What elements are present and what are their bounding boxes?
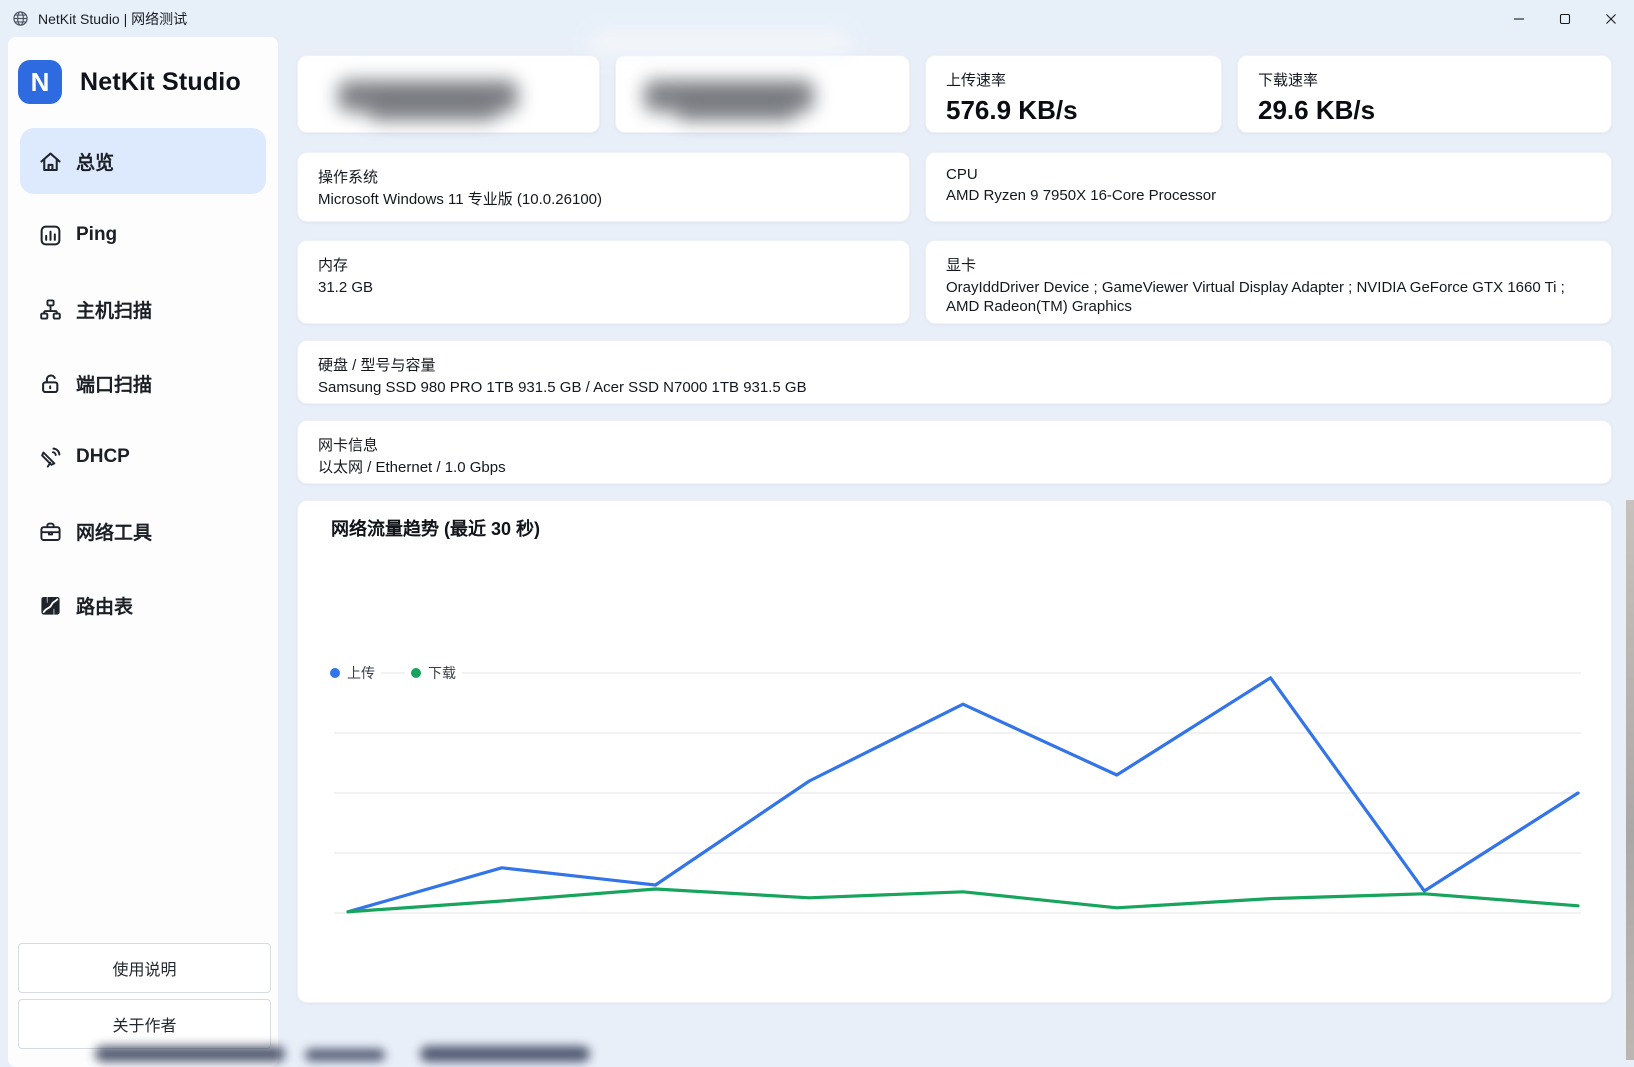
close-button[interactable]: [1588, 0, 1634, 37]
minimize-icon: [1513, 13, 1525, 25]
redacted-stat-card-1: [297, 55, 600, 133]
download-legend-label: 下载: [428, 663, 456, 683]
sidebar-item-route-table[interactable]: 路由表: [20, 572, 266, 638]
gpu-label: 显卡: [946, 254, 1591, 275]
sidebar: N NetKit Studio 总览 Ping: [8, 37, 278, 1067]
screen-edge-artifact: [1626, 500, 1634, 1060]
upload-speed-value: 576.9 KB/s: [946, 95, 1201, 126]
upload-legend-label: 上传: [347, 663, 375, 683]
blurred-watermark: [95, 1046, 285, 1062]
sidebar-item-label: 路由表: [76, 592, 133, 619]
sidebar-item-label: 端口扫描: [76, 370, 152, 397]
legend-item-download[interactable]: 下载: [405, 663, 462, 683]
blurred-background-smear: [590, 30, 850, 54]
sidebar-item-port-scan[interactable]: 端口扫描: [20, 350, 266, 416]
blurred-watermark: [420, 1046, 590, 1062]
maximize-button[interactable]: [1542, 0, 1588, 37]
nic-info-card: 网卡信息 以太网 / Ethernet / 1.0 Gbps: [297, 420, 1612, 484]
redacted-stat-card-2: [615, 55, 910, 133]
cpu-label: CPU: [946, 166, 1591, 183]
download-speed-card: 下载速率 29.6 KB/s: [1237, 55, 1612, 133]
os-info-card: 操作系统 Microsoft Windows 11 专业版 (10.0.2610…: [297, 152, 910, 222]
usage-help-button[interactable]: 使用说明: [18, 943, 271, 993]
download-speed-label: 下载速率: [1258, 69, 1591, 90]
disk-value: Samsung SSD 980 PRO 1TB 931.5 GB / Acer …: [318, 378, 1591, 397]
ram-info-card: 内存 31.2 GB: [297, 240, 910, 324]
upload-speed-card: 上传速率 576.9 KB/s: [925, 55, 1222, 133]
upload-legend-dot: [330, 668, 340, 678]
os-label: 操作系统: [318, 166, 889, 187]
sidebar-item-overview[interactable]: 总览: [20, 128, 266, 194]
legend-item-upload[interactable]: 上传: [324, 663, 381, 683]
sidebar-item-label: 总览: [76, 148, 114, 175]
sidebar-item-dhcp[interactable]: DHCP: [20, 424, 266, 490]
traffic-chart-card: 网络流量趋势 (最近 30 秒) 上传 下载: [297, 500, 1612, 1003]
app-window: NetKit Studio | 网络测试 N NetKit Studio: [0, 0, 1634, 1067]
sidebar-item-label: DHCP: [76, 446, 130, 468]
sidebar-item-network-tools[interactable]: 网络工具: [20, 498, 266, 564]
sidebar-item-label: Ping: [76, 224, 117, 246]
sidebar-item-label: 网络工具: [76, 518, 152, 545]
about-author-button[interactable]: 关于作者: [18, 999, 271, 1049]
route-map-icon: [38, 593, 63, 618]
blurred-text-redaction: [676, 100, 796, 122]
os-value: Microsoft Windows 11 专业版 (10.0.26100): [318, 190, 889, 209]
minimize-button[interactable]: [1496, 0, 1542, 37]
bar-chart-icon: [38, 223, 63, 248]
satellite-dish-icon: [38, 445, 63, 470]
ram-label: 内存: [318, 254, 889, 275]
disk-info-card: 硬盘 / 型号与容量 Samsung SSD 980 PRO 1TB 931.5…: [297, 340, 1612, 404]
nic-value: 以太网 / Ethernet / 1.0 Gbps: [318, 458, 1591, 477]
sidebar-item-label: 主机扫描: [76, 296, 152, 323]
home-icon: [38, 149, 63, 174]
blurred-watermark: [305, 1049, 385, 1061]
maximize-icon: [1559, 13, 1571, 25]
nic-label: 网卡信息: [318, 434, 1591, 455]
network-nodes-icon: [38, 297, 63, 322]
download-legend-dot: [411, 668, 421, 678]
download-speed-value: 29.6 KB/s: [1258, 95, 1591, 126]
briefcase-icon: [38, 519, 63, 544]
chart-legend: 上传 下载: [324, 663, 462, 683]
close-icon: [1605, 13, 1617, 25]
sidebar-nav: 总览 Ping 主机扫: [20, 128, 266, 646]
disk-label: 硬盘 / 型号与容量: [318, 354, 1591, 375]
upload-speed-label: 上传速率: [946, 69, 1201, 90]
app-logo: N: [18, 60, 62, 104]
open-lock-icon: [38, 371, 63, 396]
window-title: NetKit Studio | 网络测试: [38, 9, 187, 29]
app-name: NetKit Studio: [80, 68, 241, 97]
gpu-info-card: 显卡 OrayIddDriver Device ; GameViewer Vir…: [925, 240, 1612, 324]
sidebar-item-ping[interactable]: Ping: [20, 202, 266, 268]
traffic-line-chart: [298, 501, 1613, 1004]
blurred-text-redaction: [368, 100, 498, 122]
cpu-value: AMD Ryzen 9 7950X 16-Core Processor: [946, 186, 1591, 205]
globe-app-icon: [12, 10, 29, 27]
ram-value: 31.2 GB: [318, 278, 889, 297]
sidebar-item-host-scan[interactable]: 主机扫描: [20, 276, 266, 342]
cpu-info-card: CPU AMD Ryzen 9 7950X 16-Core Processor: [925, 152, 1612, 222]
gpu-value: OrayIddDriver Device ; GameViewer Virtua…: [946, 278, 1591, 316]
